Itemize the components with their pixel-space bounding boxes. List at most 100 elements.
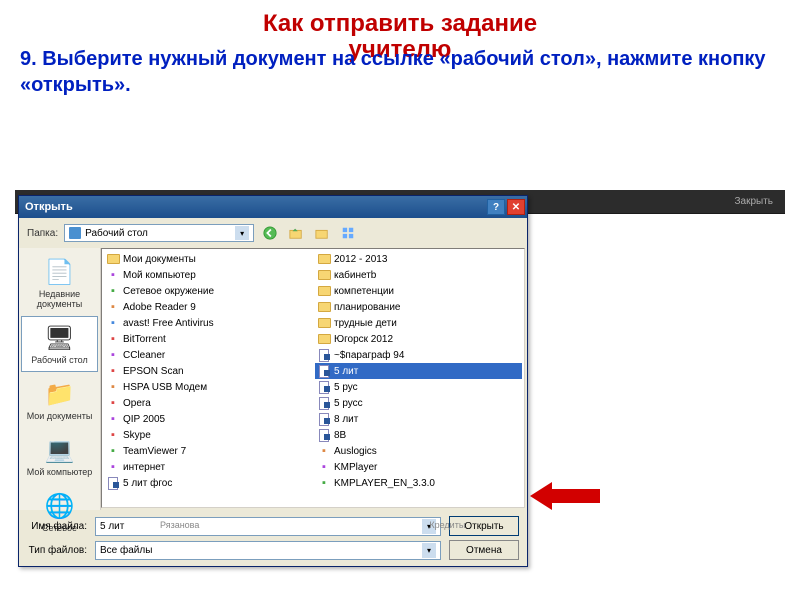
file-item[interactable]: ▪Skype bbox=[104, 427, 311, 443]
bottom-labels: Рязанова Кредиты bbox=[160, 520, 465, 530]
app-icon: ▪ bbox=[106, 300, 120, 314]
file-item[interactable]: ▪KMPlayer bbox=[315, 459, 522, 475]
file-item[interactable]: ▪EPSON Scan bbox=[104, 363, 311, 379]
file-item[interactable]: кабинетb bbox=[315, 267, 522, 283]
label-b: Кредиты bbox=[429, 520, 465, 530]
file-item[interactable]: ▪QIP 2005 bbox=[104, 411, 311, 427]
folder-icon bbox=[317, 300, 331, 314]
file-name: Мой компьютер bbox=[123, 270, 196, 281]
place-network[interactable]: 🌐Сетевое bbox=[21, 484, 98, 540]
filename-value: 5 лит bbox=[100, 521, 124, 532]
word-doc-icon bbox=[317, 348, 331, 362]
new-folder-icon[interactable] bbox=[312, 224, 332, 242]
file-name: BitTorrent bbox=[123, 334, 166, 345]
places-bar: 📄Недавние документы 🖥Рабочий стол 📁 Мои д… bbox=[19, 248, 101, 510]
filename-label: Имя файла: bbox=[27, 521, 87, 532]
filetype-value: Все файлы bbox=[100, 545, 152, 556]
cancel-button[interactable]: Отмена bbox=[449, 540, 519, 560]
file-name: трудные дети bbox=[334, 318, 397, 329]
file-name: EPSON Scan bbox=[123, 366, 184, 377]
file-item[interactable]: ▪Auslogics bbox=[315, 443, 522, 459]
webpage-close-link[interactable]: Закрыть bbox=[734, 196, 773, 207]
place-label: Мой компьютер bbox=[24, 467, 95, 477]
file-item[interactable]: планирование bbox=[315, 299, 522, 315]
file-item[interactable]: ▪интернет bbox=[104, 459, 311, 475]
place-label: Мои документы bbox=[24, 411, 95, 421]
app-icon: ▪ bbox=[317, 476, 331, 490]
file-item[interactable]: ▪Сетевое окружение bbox=[104, 283, 311, 299]
dialog-titlebar: Открыть ? ✕ bbox=[19, 196, 527, 218]
folder-label: Папка: bbox=[27, 228, 58, 239]
word-doc-icon bbox=[317, 364, 331, 378]
file-item[interactable]: 5 лит bbox=[315, 363, 522, 379]
up-folder-icon[interactable] bbox=[286, 224, 306, 242]
file-item[interactable]: ▪HSPA USB Модем bbox=[104, 379, 311, 395]
file-name: HSPA USB Модем bbox=[123, 382, 207, 393]
help-button[interactable]: ? bbox=[487, 199, 505, 215]
place-desktop[interactable]: 🖥Рабочий стол bbox=[21, 316, 98, 372]
file-name: QIP 2005 bbox=[123, 414, 165, 425]
file-item[interactable]: 5 рус bbox=[315, 379, 522, 395]
file-name: TeamViewer 7 bbox=[123, 446, 186, 457]
file-item[interactable]: 5 лит фгос bbox=[104, 475, 311, 491]
file-item[interactable]: 8 лит bbox=[315, 411, 522, 427]
file-name: 5 русс bbox=[334, 398, 363, 409]
folder-icon bbox=[317, 316, 331, 330]
file-item[interactable]: ~$параграф 94 bbox=[315, 347, 522, 363]
label-a: Рязанова bbox=[160, 520, 199, 530]
filetype-dropdown[interactable]: Все файлы▾ bbox=[95, 541, 441, 560]
app-icon: ▪ bbox=[106, 364, 120, 378]
file-name: CCleaner bbox=[123, 350, 165, 361]
file-item[interactable]: ▪avast! Free Antivirus bbox=[104, 315, 311, 331]
chevron-down-icon: ▾ bbox=[235, 226, 249, 240]
file-item[interactable]: компетенции bbox=[315, 283, 522, 299]
file-name: ~$параграф 94 bbox=[334, 350, 404, 361]
app-icon: ▪ bbox=[317, 460, 331, 474]
close-button[interactable]: ✕ bbox=[507, 199, 525, 215]
file-item[interactable]: ▪BitTorrent bbox=[104, 331, 311, 347]
file-item[interactable]: ▪KMPLAYER_EN_3.3.0 bbox=[315, 475, 522, 491]
folder-icon bbox=[317, 252, 331, 266]
dialog-title: Открыть bbox=[25, 201, 73, 213]
file-item[interactable]: Югорск 2012 bbox=[315, 331, 522, 347]
file-name: 5 лит bbox=[334, 366, 358, 377]
file-item[interactable]: трудные дети bbox=[315, 315, 522, 331]
folder-icon bbox=[317, 268, 331, 282]
place-recent[interactable]: 📄Недавние документы bbox=[21, 250, 98, 316]
app-icon: ▪ bbox=[106, 348, 120, 362]
file-name: 8В bbox=[334, 430, 346, 441]
filetype-label: Тип файлов: bbox=[27, 545, 87, 556]
folder-dropdown[interactable]: Рабочий стол ▾ bbox=[64, 224, 254, 242]
file-name: компетенции bbox=[334, 286, 394, 297]
file-name: Auslogics bbox=[334, 446, 377, 457]
file-name: avast! Free Antivirus bbox=[123, 318, 214, 329]
place-mydocs[interactable]: 📁 Мои документы bbox=[21, 372, 98, 428]
file-name: KMPlayer bbox=[334, 462, 377, 473]
views-icon[interactable] bbox=[338, 224, 358, 242]
file-list-pane: Мои документы▪Мой компьютер▪Сетевое окру… bbox=[101, 248, 525, 508]
folder-value: Рабочий стол bbox=[85, 228, 148, 239]
file-item[interactable]: 5 русс bbox=[315, 395, 522, 411]
file-item[interactable]: ▪CCleaner bbox=[104, 347, 311, 363]
file-name: Югорск 2012 bbox=[334, 334, 393, 345]
folder-icon bbox=[317, 284, 331, 298]
file-item[interactable]: 8В bbox=[315, 427, 522, 443]
place-label: Рабочий стол bbox=[24, 355, 95, 365]
file-item[interactable]: ▪Adobe Reader 9 bbox=[104, 299, 311, 315]
title-line1: Как отправить задание bbox=[263, 10, 537, 37]
network-icon: 🌐 bbox=[44, 491, 76, 521]
file-name: 8 лит bbox=[334, 414, 358, 425]
file-name: интернет bbox=[123, 462, 165, 473]
place-mycomputer[interactable]: 💻 Мой компьютер bbox=[21, 428, 98, 484]
back-icon[interactable] bbox=[260, 224, 280, 242]
word-doc-icon bbox=[317, 380, 331, 394]
file-name: KMPLAYER_EN_3.3.0 bbox=[334, 478, 435, 489]
mydocs-icon: 📁 bbox=[44, 379, 76, 409]
file-item[interactable]: Мои документы bbox=[104, 251, 311, 267]
file-name: планирование bbox=[334, 302, 400, 313]
computer-icon: 💻 bbox=[44, 435, 76, 465]
file-item[interactable]: 2012 - 2013 bbox=[315, 251, 522, 267]
file-item[interactable]: ▪TeamViewer 7 bbox=[104, 443, 311, 459]
file-item[interactable]: ▪Opera bbox=[104, 395, 311, 411]
file-item[interactable]: ▪Мой компьютер bbox=[104, 267, 311, 283]
